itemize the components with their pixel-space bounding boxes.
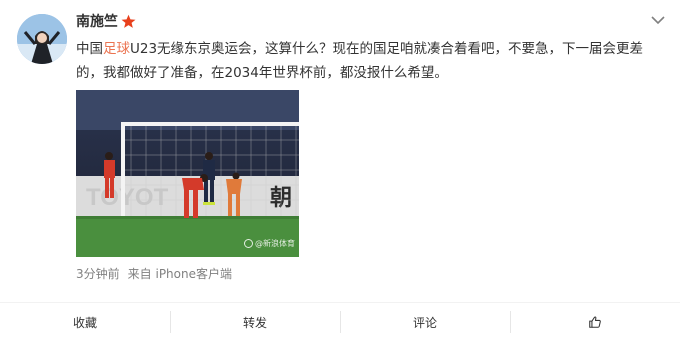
post-source[interactable]: iPhone客户端 xyxy=(155,267,232,281)
post-text: 中国足球U23无缘东京奥运会，这算什么？现在的国足咱就凑合着看吧，不要急，下一届… xyxy=(76,37,666,85)
comment-label: 评论 xyxy=(412,315,437,330)
author-name-text[interactable]: 南施竺 xyxy=(76,11,118,31)
svg-text:TOYOT: TOYOT xyxy=(86,184,169,211)
topic-link[interactable]: 足球 xyxy=(103,41,130,57)
repost-label: 转发 xyxy=(242,315,267,330)
chevron-down-icon[interactable] xyxy=(650,14,666,26)
repost-button[interactable]: 转发 xyxy=(170,303,340,341)
post-meta: 3分钟前 来自 iPhone客户端 xyxy=(76,265,232,282)
post-image[interactable]: TOYOT 朝 @新浪体育 xyxy=(76,90,299,257)
favorite-label: 收藏 xyxy=(72,315,97,330)
comment-button[interactable]: 评论 xyxy=(340,303,510,341)
favorite-button[interactable]: 收藏 xyxy=(0,303,170,341)
post-text-body: U23无缘东京奥运会，这算什么？现在的国足咱就凑合着看吧，不要急，下一届会更差的… xyxy=(76,41,644,81)
author-name[interactable]: 南施竺 xyxy=(76,11,136,31)
action-bar: 收藏 转发 评论 xyxy=(0,303,680,341)
source-prefix: 来自 xyxy=(127,267,152,281)
watermark-text: @新浪体育 xyxy=(255,239,295,248)
weibo-post-card: 南施竺 中国足球U23无缘东京奥运会，这算什么？现在的国足咱就凑合着看吧，不要急… xyxy=(0,0,680,341)
thumbs-up-icon xyxy=(589,316,601,328)
weibo-logo-icon xyxy=(244,239,253,248)
avatar[interactable] xyxy=(17,14,67,64)
image-watermark: @新浪体育 xyxy=(244,238,295,249)
like-button[interactable] xyxy=(510,303,680,341)
post-time[interactable]: 3分钟前 xyxy=(76,267,120,281)
post-text-prefix: 中国 xyxy=(76,41,103,57)
star-icon xyxy=(121,14,136,28)
